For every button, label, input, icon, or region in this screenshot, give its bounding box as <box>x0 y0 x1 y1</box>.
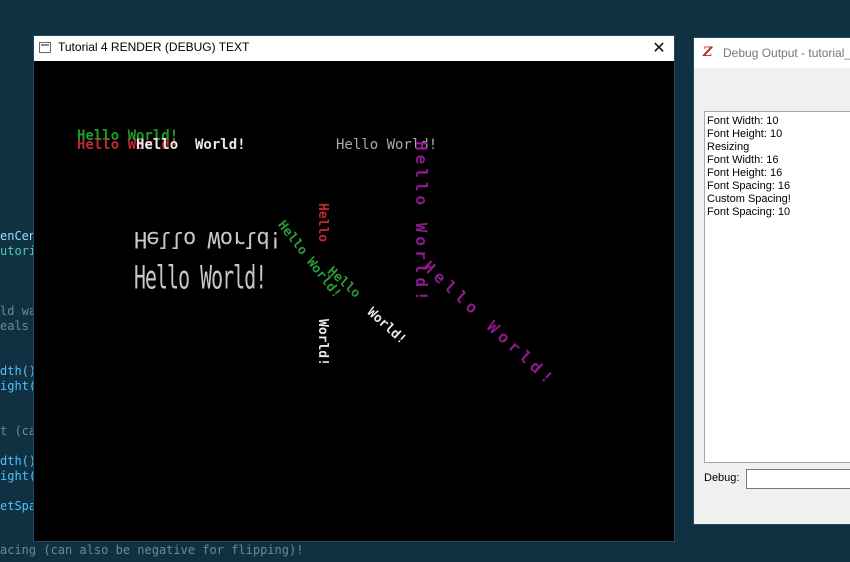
debug-command-input[interactable] <box>746 469 850 489</box>
render-text-white-world: World! <box>195 137 246 153</box>
app-logo-icon: Z <box>703 45 713 60</box>
bg-code-line: ight( <box>0 379 37 393</box>
render-text-tall: Hello World! <box>134 261 267 298</box>
render-text-white-hello: Hello <box>136 137 179 153</box>
bg-code-line: acing (can also be negative for flipping… <box>0 543 304 557</box>
close-button[interactable]: ✕ <box>644 36 674 61</box>
render-canvas[interactable]: Hello World! Hello World! Hello World! H… <box>34 61 674 541</box>
render-text-vert-red: Hello <box>315 203 330 243</box>
render-text-flipped: Hello World! <box>134 226 281 251</box>
bg-code-line: dth() <box>0 364 37 378</box>
log-line: Font Spacing: 10 <box>707 206 791 218</box>
bg-code-line: ld wa <box>0 304 37 318</box>
log-line: Font Spacing: 16 <box>707 180 791 192</box>
log-line: Font Height: 10 <box>707 128 783 140</box>
debug-input-label: Debug: <box>704 472 740 484</box>
bg-code-line: eals <box>0 319 29 333</box>
log-line: Font Width: 10 <box>707 115 779 127</box>
window-app-icon <box>39 42 51 53</box>
render-text-diag-white-world: World! <box>363 305 409 348</box>
log-line: Resizing <box>707 141 750 153</box>
bg-code-line: etSpa <box>0 499 37 513</box>
bg-code-line: dth() <box>0 454 37 468</box>
log-line: Font Height: 16 <box>707 167 783 179</box>
bg-code-line: ight( <box>0 469 37 483</box>
bg-code-line: enCen <box>0 229 37 243</box>
log-line: Font Width: 16 <box>707 154 779 166</box>
bg-code-line: t (ca <box>0 424 37 438</box>
debug-window-title: Debug Output - tutorial_ <box>723 46 850 60</box>
render-window-titlebar[interactable]: Tutorial 4 RENDER (DEBUG) TEXT ✕ <box>34 36 674 61</box>
render-text-diag-magenta: Hello World! <box>419 257 561 391</box>
render-window[interactable]: Tutorial 4 RENDER (DEBUG) TEXT ✕ Hello W… <box>34 36 674 541</box>
render-text-diag-green: Hello World! <box>274 218 344 302</box>
log-line: Custom Spacing! <box>707 193 791 205</box>
debug-window-titlebar[interactable]: Z Debug Output - tutorial_ <box>694 38 850 68</box>
window-title: Tutorial 4 RENDER (DEBUG) TEXT <box>58 40 250 54</box>
debug-output-window[interactable]: Z Debug Output - tutorial_ Font Width: 1… <box>694 38 850 524</box>
debug-log-list[interactable]: Font Width: 10 Font Height: 10 Resizing … <box>704 111 850 463</box>
render-text-vert-white: World! <box>315 319 330 366</box>
